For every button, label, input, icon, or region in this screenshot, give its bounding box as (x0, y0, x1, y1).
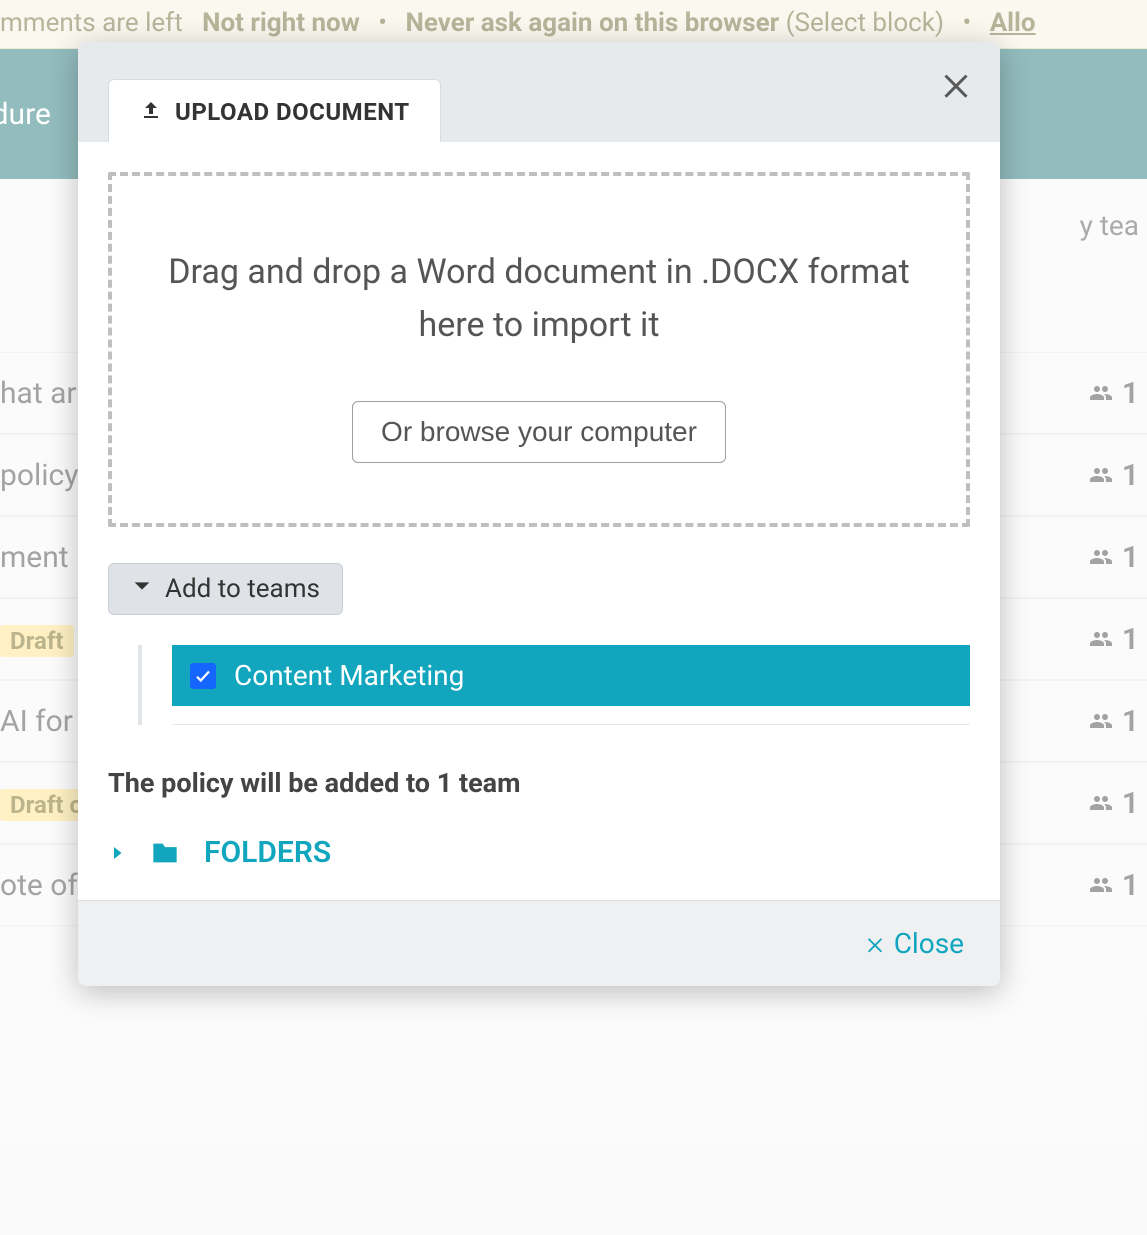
tab-label: UPLOAD DOCUMENT (175, 98, 410, 126)
team-name: Content Marketing (234, 659, 464, 692)
x-icon (864, 933, 886, 955)
team-separator (172, 724, 970, 725)
modal-header: UPLOAD DOCUMENT (78, 42, 1000, 142)
add-to-teams-label: Add to teams (165, 574, 320, 604)
team-count-summary: The policy will be added to 1 team (108, 767, 970, 799)
close-label: Close (894, 927, 964, 960)
close-button[interactable]: Close (864, 927, 964, 960)
dropzone-message: Drag and drop a Word document in .DOCX f… (142, 246, 936, 351)
folders-toggle[interactable]: FOLDERS (108, 835, 970, 870)
chevron-right-icon (108, 840, 126, 866)
close-icon[interactable] (932, 60, 980, 108)
tab-upload-document[interactable]: UPLOAD DOCUMENT (108, 79, 441, 142)
folder-icon (148, 839, 182, 867)
upload-icon (139, 98, 163, 126)
modal-footer: Close (78, 900, 1000, 986)
upload-document-modal: UPLOAD DOCUMENT Drag and drop a Word doc… (78, 42, 1000, 986)
chevron-down-icon (131, 574, 153, 604)
modal-body: Drag and drop a Word document in .DOCX f… (78, 142, 1000, 900)
browse-button[interactable]: Or browse your computer (352, 401, 726, 463)
teams-panel: Content Marketing (138, 645, 970, 725)
team-checkbox[interactable] (190, 663, 216, 689)
add-to-teams-toggle[interactable]: Add to teams (108, 563, 343, 615)
folders-label: FOLDERS (204, 835, 331, 870)
file-dropzone[interactable]: Drag and drop a Word document in .DOCX f… (108, 172, 970, 527)
team-row[interactable]: Content Marketing (172, 645, 970, 706)
